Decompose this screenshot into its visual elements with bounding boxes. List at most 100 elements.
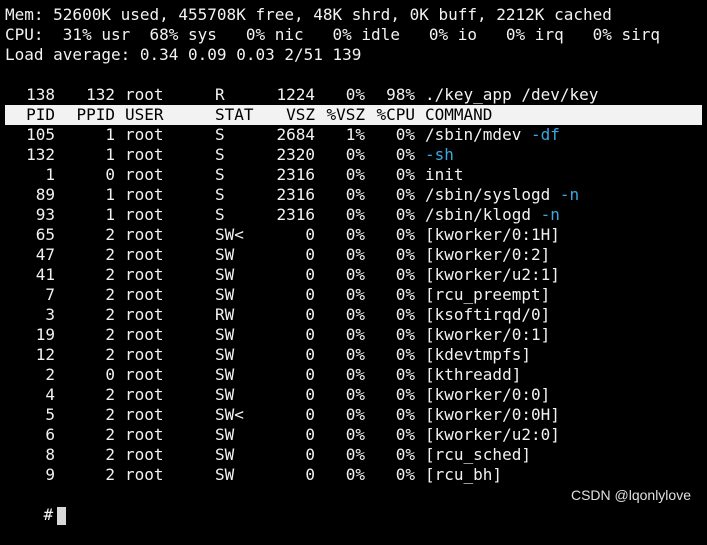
process-pvsz: 0% (345, 365, 365, 384)
process-pcpu: 0% (395, 205, 415, 224)
process-pcpu: 0% (395, 165, 415, 184)
process-stat: S (215, 165, 225, 184)
process-row: 19 2 root SW 0 0% 0% [kworker/0:1] (5, 325, 702, 345)
process-ppid: 2 (105, 425, 115, 444)
process-ppid: 2 (105, 265, 115, 284)
process-ppid: 2 (105, 445, 115, 464)
process-row: 6 2 root SW 0 0% 0% [kworker/u2:0] (5, 425, 702, 445)
process-pvsz: 0% (345, 165, 365, 184)
shell-prompt: # (43, 505, 54, 524)
process-command-name: [kworker/0:0H] (425, 405, 560, 424)
process-command: init (415, 165, 464, 185)
process-user: root (125, 245, 164, 264)
process-pcpu: 0% (395, 325, 415, 344)
process-ppid: 1 (105, 205, 115, 224)
process-stat: SW (215, 385, 235, 404)
process-pcpu: 0% (395, 385, 415, 404)
process-row: 47 2 root SW 0 0% 0% [kworker/0:2] (5, 245, 702, 265)
process-vsz: 0 (305, 445, 315, 464)
col-ppid: PPID (76, 105, 115, 124)
process-stat: SW (215, 325, 235, 344)
process-command-name: [kthreadd] (425, 365, 522, 384)
mem-summary: Mem: 52600K used, 455708K free, 48K shrd… (5, 5, 612, 24)
process-pid: 7 (45, 285, 55, 304)
column-header-row: PID PPID USER STAT VSZ %VSZ %CPU COMMAND (5, 65, 702, 125)
process-vsz: 2316 (276, 185, 315, 204)
process-pvsz: 0% (345, 325, 365, 344)
process-pcpu: 0% (395, 265, 415, 284)
process-pvsz: 0% (345, 345, 365, 364)
process-stat: SW< (215, 405, 244, 424)
process-pcpu: 0% (395, 465, 415, 484)
process-vsz: 0 (305, 385, 315, 404)
process-command: [kdevtmpfs] (415, 345, 531, 365)
process-row: 8 2 root SW 0 0% 0% [rcu_sched] (5, 445, 702, 465)
process-row: 9 2 root SW 0 0% 0% [rcu_bh] (5, 465, 702, 485)
process-command: [kworker/0:1] (415, 325, 550, 345)
process-ppid: 1 (105, 185, 115, 204)
process-pid: 6 (45, 425, 55, 444)
process-pvsz: 0% (345, 225, 365, 244)
process-user: root (125, 285, 164, 304)
process-stat: SW (215, 465, 235, 484)
process-row: 65 2 root SW< 0 0% 0% [kworker/0:1H] (5, 225, 702, 245)
process-pcpu: 0% (395, 225, 415, 244)
process-ppid: 2 (105, 465, 115, 484)
cpu-summary: CPU: 31% usr 68% sys 0% nic 0% idle 0% i… (5, 25, 661, 44)
process-stat: RW (215, 305, 235, 324)
process-stat: SW (215, 285, 235, 304)
process-pid: 2 (45, 365, 55, 384)
process-stat: SW (215, 265, 235, 284)
process-ppid: 2 (105, 385, 115, 404)
process-row: 2 0 root SW 0 0% 0% [kthreadd] (5, 365, 702, 385)
process-pid: 47 (35, 245, 55, 264)
process-pid: 3 (45, 305, 55, 324)
process-command: [rcu_bh] (415, 465, 502, 485)
process-row: 41 2 root SW 0 0% 0% [kworker/u2:1] (5, 265, 702, 285)
process-command-name: [kworker/u2:1] (425, 265, 560, 284)
process-stat: SW (215, 365, 235, 384)
process-command-name: [rcu_preempt] (425, 285, 551, 304)
process-vsz: 0 (305, 325, 315, 344)
process-command: /sbin/klogd -n (415, 205, 560, 225)
process-pid: 41 (35, 265, 55, 284)
col-stat: STAT (215, 105, 254, 124)
process-ppid: 0 (105, 165, 115, 184)
terminal-window[interactable]: Mem: 52600K used, 455708K free, 48K shrd… (5, 5, 702, 525)
process-vsz: 0 (305, 245, 315, 264)
process-pvsz: 0% (345, 385, 365, 404)
process-command-name: [kworker/0:0] (425, 385, 551, 404)
process-row: 89 1 root S 2316 0% 0%/sbin/syslogd -n (5, 185, 702, 205)
process-ppid: 2 (105, 225, 115, 244)
process-user: root (125, 165, 164, 184)
process-vsz: 0 (305, 225, 315, 244)
process-stat: S (215, 205, 225, 224)
process-pvsz: 0% (345, 465, 365, 484)
process-command-name: [rcu_bh] (425, 465, 503, 484)
process-command: [kworker/u2:1] (415, 265, 560, 285)
process-pvsz: 0% (345, 265, 365, 284)
process-command: [kthreadd] (415, 365, 521, 385)
process-pvsz: 0% (345, 285, 365, 304)
process-command-name: [kworker/u2:0] (425, 425, 560, 444)
process-command-arg: -n (540, 205, 560, 224)
process-user: root (125, 325, 164, 344)
process-ppid: 2 (105, 325, 115, 344)
process-pid: 89 (35, 185, 55, 204)
load-average: Load average: 0.34 0.09 0.03 2/51 139 (5, 45, 362, 64)
process-row: 93 1 root S 2316 0% 0%/sbin/klogd -n (5, 205, 702, 225)
process-ppid: 0 (105, 365, 115, 384)
process-pid: 1 (45, 165, 55, 184)
process-pvsz: 0% (345, 245, 365, 264)
process-command: [kworker/0:2] (415, 245, 550, 265)
process-command-name: [ksoftirqd/0] (425, 305, 551, 324)
col-vsz: VSZ (286, 105, 315, 124)
process-stat: SW< (215, 225, 244, 244)
process-stat: SW (215, 245, 235, 264)
process-user: root (125, 305, 164, 324)
process-pid: 12 (35, 345, 55, 364)
process-row: 12 2 root SW 0 0% 0% [kdevtmpfs] (5, 345, 702, 365)
process-pvsz: 0% (345, 405, 365, 424)
process-command-name: [rcu_sched] (425, 445, 531, 464)
process-ppid: 2 (105, 405, 115, 424)
